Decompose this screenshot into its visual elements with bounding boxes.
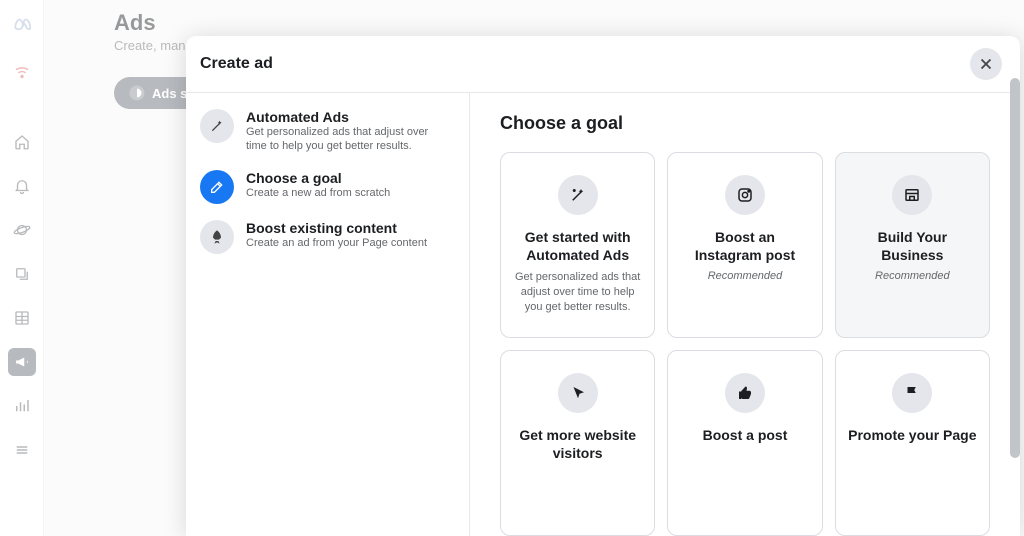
goal-automated-ads[interactable]: Get started with Automated Ads Get perso… xyxy=(500,152,655,338)
instagram-icon xyxy=(725,175,765,215)
scrollbar[interactable] xyxy=(1010,78,1020,458)
nav-item-label: Choose a goal xyxy=(246,170,394,186)
goal-boost-instagram[interactable]: Boost an Instagram post Recommended xyxy=(667,152,822,338)
nav-boost-existing[interactable]: Boost existing content Create an ad from… xyxy=(194,212,457,262)
nav-choose-goal[interactable]: Choose a goal Create a new ad from scrat… xyxy=(194,162,457,212)
wand-icon xyxy=(200,109,234,143)
create-ad-modal: Create ad Automated Ads Get personalized… xyxy=(186,36,1020,536)
cursor-icon xyxy=(558,373,598,413)
close-button[interactable] xyxy=(970,48,1002,80)
goal-website-visitors[interactable]: Get more website visitors xyxy=(500,350,655,536)
modal-header: Create ad xyxy=(186,36,1020,93)
goal-card-title: Boost a post xyxy=(703,427,788,445)
nav-item-label: Boost existing content xyxy=(246,220,431,236)
goal-card-title: Build Your Business xyxy=(848,229,977,264)
goal-boost-post[interactable]: Boost a post xyxy=(667,350,822,536)
nav-automated-ads[interactable]: Automated Ads Get personalized ads that … xyxy=(194,101,457,162)
goal-card-title: Get more website visitors xyxy=(513,427,642,462)
nav-item-desc: Get personalized ads that adjust over ti… xyxy=(246,125,451,154)
goal-card-recommended: Recommended xyxy=(708,270,783,282)
nav-item-label: Automated Ads xyxy=(246,109,451,125)
goal-card-title: Promote your Page xyxy=(848,427,976,445)
edit-icon xyxy=(200,170,234,204)
nav-item-desc: Create a new ad from scratch xyxy=(246,186,394,200)
goal-card-title: Get started with Automated Ads xyxy=(513,229,642,264)
modal-nav: Automated Ads Get personalized ads that … xyxy=(186,93,470,536)
storefront-icon xyxy=(892,175,932,215)
goal-build-business[interactable]: Build Your Business Recommended xyxy=(835,152,990,338)
flag-icon xyxy=(892,373,932,413)
goal-card-recommended: Recommended xyxy=(875,270,950,282)
modal-content: Choose a goal Get started with Automated… xyxy=(470,93,1020,536)
content-title: Choose a goal xyxy=(500,113,990,134)
goal-promote-page[interactable]: Promote your Page xyxy=(835,350,990,536)
thumbs-up-icon xyxy=(725,373,765,413)
nav-item-desc: Create an ad from your Page content xyxy=(246,236,431,250)
goal-card-sub: Get personalized ads that adjust over ti… xyxy=(513,270,642,315)
wand-icon xyxy=(558,175,598,215)
goal-card-grid: Get started with Automated Ads Get perso… xyxy=(500,152,990,536)
goal-card-title: Boost an Instagram post xyxy=(680,229,809,264)
rocket-icon xyxy=(200,220,234,254)
close-icon xyxy=(977,55,995,73)
modal-title: Create ad xyxy=(200,55,273,73)
